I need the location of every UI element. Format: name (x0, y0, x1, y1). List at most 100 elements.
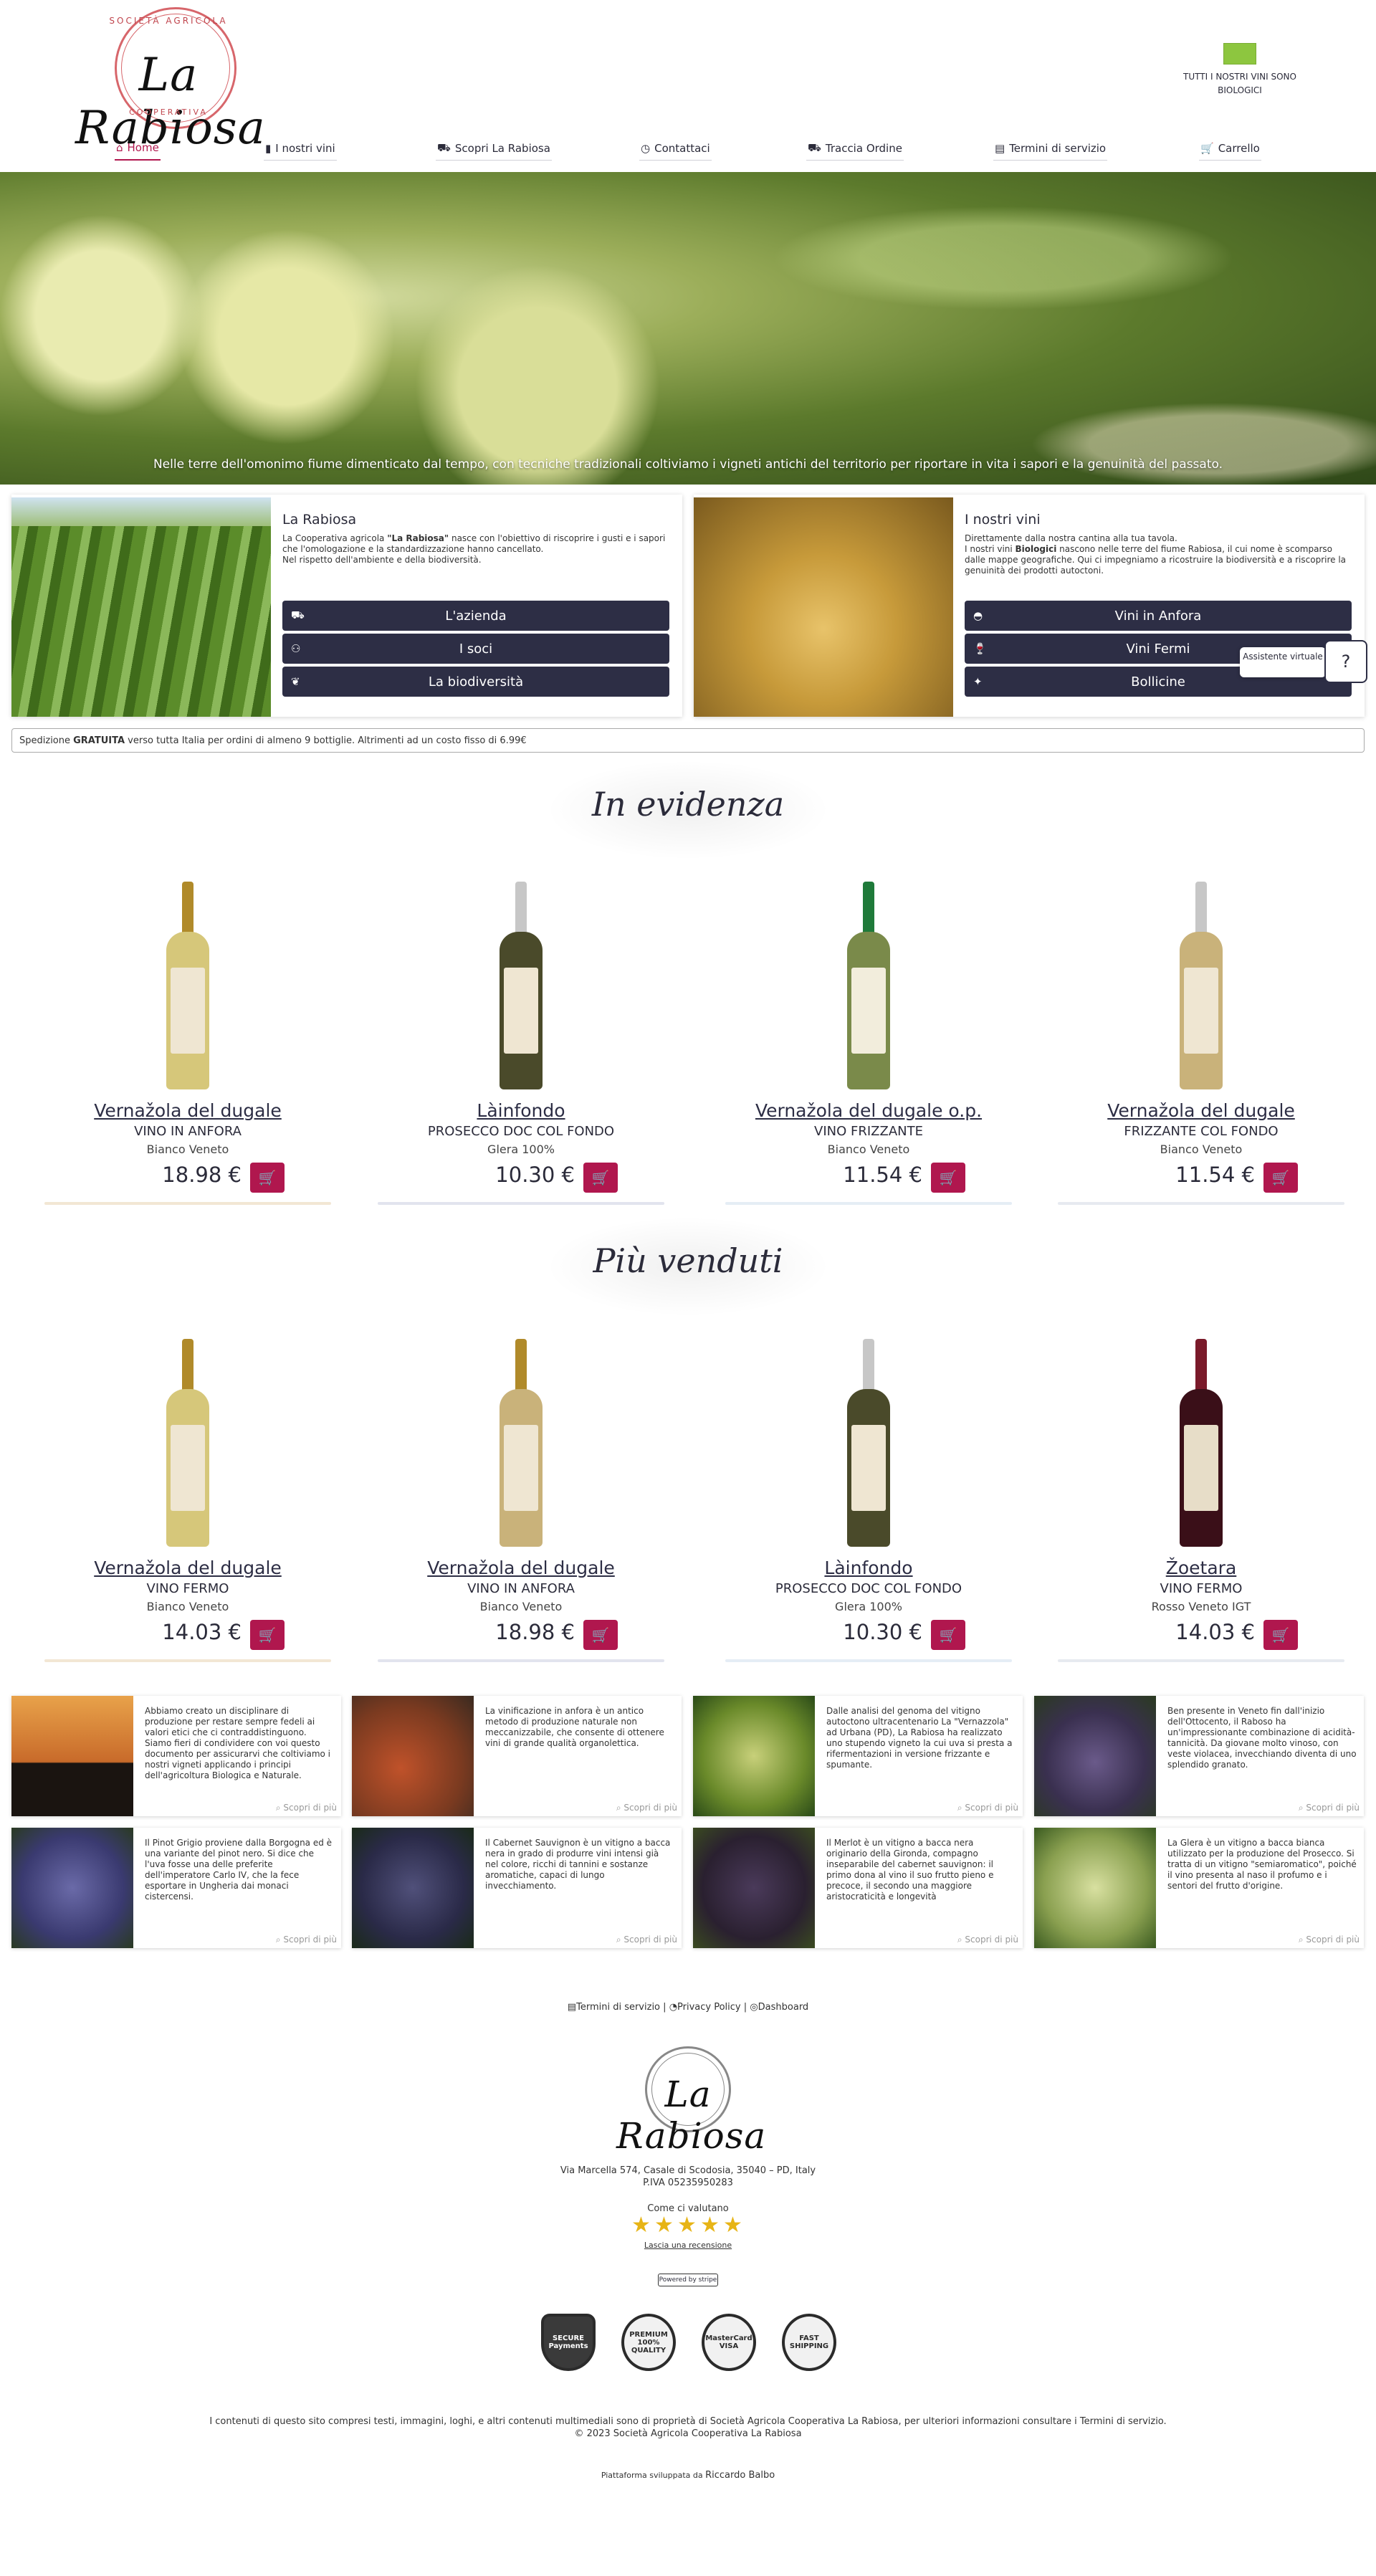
more-label: Scopri di più (624, 1935, 677, 1945)
footer-terms-link[interactable]: ▤Termini di servizio (568, 2002, 660, 2013)
wine-bottle-image[interactable] (500, 1339, 543, 1547)
document-icon: ▤ (995, 141, 1005, 155)
footer-logo[interactable]: La Rabiosa (616, 2046, 765, 2157)
bottle-label (851, 1425, 886, 1511)
variety-image (352, 1696, 474, 1816)
anfora-button[interactable]: ◓ Vini in Anfora (965, 601, 1352, 631)
add-to-cart-button[interactable]: 🛒 (931, 1163, 965, 1193)
footer-dashboard-link[interactable]: ◎Dashboard (750, 2002, 808, 2013)
discover-more-link[interactable]: ⌕ Scopri di più (1299, 1935, 1360, 1945)
product-card[interactable]: Làinfondo PROSECCO DOC COL FONDO Glera 100… (725, 1339, 1012, 1662)
site-header: SOCIETÀ AGRICOLA La Rabiosa COOPERATIVA … (0, 0, 1376, 172)
card-divider (44, 1659, 331, 1662)
wine-bottle-image[interactable] (500, 882, 543, 1089)
product-card[interactable]: Vernažola del dugale VINO IN ANFORA Bianco… (44, 882, 331, 1205)
add-to-cart-button[interactable]: 🛒 (1263, 1620, 1298, 1650)
product-card[interactable]: Žoetara VINO FERMO Rosso Veneto IGT 14.03 €… (1058, 1339, 1344, 1662)
wine-bottle-image[interactable] (847, 1339, 890, 1547)
link-label: Dashboard (758, 2002, 809, 2013)
people-icon: ⚇ (291, 642, 301, 655)
nav-track-order[interactable]: ⛟ Traccia Ordine (806, 136, 904, 161)
product-name[interactable]: Vernažola del dugale (44, 1557, 331, 1578)
product-price: 10.30 € (843, 1620, 922, 1644)
site-logo[interactable]: SOCIETÀ AGRICOLA La Rabiosa COOPERATIVA (75, 7, 265, 155)
link-label: Termini di servizio (576, 2002, 661, 2013)
nav-cart[interactable]: 🛒 Carrello (1199, 136, 1261, 161)
product-type: VINO IN ANFORA (467, 1581, 575, 1596)
wine-bottle-image[interactable] (166, 1339, 209, 1547)
help-icon[interactable]: ? (1324, 640, 1367, 683)
more-label: Scopri di più (1306, 1803, 1360, 1813)
variety-card[interactable]: Il Cabernet Sauvignon è un vitigno a bac… (352, 1828, 682, 1948)
variety-card[interactable]: Ben presente in Veneto fin dall'inizio d… (1034, 1696, 1364, 1816)
leave-review-link[interactable]: Lascia una recensione (0, 2241, 1376, 2250)
product-name[interactable]: Vernažola del dugale (44, 1100, 331, 1121)
clock-icon: ◷ (641, 141, 651, 155)
add-to-cart-button[interactable]: 🛒 (583, 1163, 618, 1193)
biodiversity-button[interactable]: ❦ La biodiversità (282, 667, 669, 697)
button-label: Vini in Anfora (1114, 608, 1202, 624)
product-card[interactable]: Vernažola del dugale FRIZZANTE COL FONDO B… (1058, 882, 1344, 1205)
card-divider (378, 1659, 664, 1662)
bottle-neck (182, 1339, 194, 1396)
product-price: 11.54 € (843, 1163, 922, 1187)
wine-bottle-image[interactable] (847, 882, 890, 1089)
add-to-cart-button[interactable]: 🛒 (1263, 1163, 1298, 1193)
discover-more-link[interactable]: ⌕ Scopri di più (957, 1803, 1018, 1813)
discover-more-link[interactable]: ⌕ Scopri di più (616, 1935, 677, 1945)
product-card[interactable]: Làinfondo PROSECCO DOC COL FONDO Glera 100… (378, 882, 664, 1205)
copyright-text: I contenuti di questo sito compresi test… (209, 2416, 1167, 2427)
nav-label: Scopri La Rabiosa (454, 141, 550, 155)
product-subtitle: Bianco Veneto (479, 1600, 563, 1613)
wine-bottle-image[interactable] (166, 882, 209, 1089)
add-to-cart-button[interactable]: 🛒 (931, 1620, 965, 1650)
variety-card[interactable]: Dalle analisi del genoma del vitigno aut… (693, 1696, 1023, 1816)
product-card[interactable]: Vernažola del dugale VINO FERMO Bianco Ven… (44, 1339, 331, 1662)
nav-wines[interactable]: ▮ I nostri vini (264, 136, 337, 161)
discover-more-link[interactable]: ⌕ Scopri di più (276, 1935, 337, 1945)
search-icon: ⌕ (275, 1803, 281, 1813)
discover-more-link[interactable]: ⌕ Scopri di più (616, 1803, 677, 1813)
info-card-title: I nostri vini (965, 512, 1041, 528)
card-divider (1058, 1202, 1344, 1205)
product-card[interactable]: Vernažola del dugale o.p. VINO FRIZZANTE B… (725, 882, 1012, 1205)
nav-contact[interactable]: ◷ Contattaci (639, 136, 712, 161)
azienda-button[interactable]: ⛟ L'azienda (282, 601, 669, 631)
variety-image (1034, 1696, 1156, 1816)
add-to-cart-button[interactable]: 🛒 (250, 1163, 285, 1193)
variety-card[interactable]: Il Pinot Grigio proviene dalla Borgogna … (11, 1828, 341, 1948)
product-name[interactable]: Vernažola del dugale (1058, 1100, 1344, 1121)
card-divider (44, 1202, 331, 1205)
nav-home[interactable]: ⌂ Home (115, 136, 161, 161)
add-to-cart-button[interactable]: 🛒 (250, 1620, 285, 1650)
virtual-assistant[interactable]: Assistente virtuale ? (1240, 640, 1369, 683)
variety-image (693, 1828, 815, 1948)
nav-terms[interactable]: ▤ Termini di servizio (993, 136, 1108, 161)
variety-card[interactable]: Il Merlot è un vitigno a bacca nera orig… (693, 1828, 1023, 1948)
search-icon: ⌕ (616, 1803, 621, 1813)
wine-bottle-image[interactable] (1180, 882, 1223, 1089)
discover-more-link[interactable]: ⌕ Scopri di più (276, 1803, 337, 1813)
discover-more-link[interactable]: ⌕ Scopri di più (957, 1935, 1018, 1945)
product-name[interactable]: Làinfondo (725, 1557, 1012, 1578)
footer-privacy-link[interactable]: ◔Privacy Policy (669, 2002, 741, 2013)
discover-more-link[interactable]: ⌕ Scopri di più (1299, 1803, 1360, 1813)
developer-credit: Piattaforma sviluppata da Riccardo Balbo (0, 2470, 1376, 2481)
variety-card[interactable]: Abbiamo creato un disciplinare di produz… (11, 1696, 341, 1816)
soci-button[interactable]: ⚇ I soci (282, 634, 669, 664)
logo-name: La Rabiosa (616, 2074, 767, 2157)
product-name[interactable]: Žoetara (1058, 1557, 1344, 1578)
product-name[interactable]: Làinfondo (378, 1100, 664, 1121)
nav-discover[interactable]: ⛟ Scopri La Rabiosa (436, 136, 552, 161)
card-divider (725, 1202, 1012, 1205)
product-card[interactable]: Vernažola del dugale VINO IN ANFORA Bianco… (378, 1339, 664, 1662)
product-name[interactable]: Vernažola del dugale o.p. (725, 1100, 1012, 1121)
wine-bottle-image[interactable] (1180, 1339, 1223, 1547)
variety-card[interactable]: La Glera è un vitigno a bacca bianca uti… (1034, 1828, 1364, 1948)
variety-description: Il Pinot Grigio proviene dalla Borgogna … (145, 1838, 333, 1902)
add-to-cart-button[interactable]: 🛒 (583, 1620, 618, 1650)
dev-name[interactable]: Riccardo Balbo (705, 2470, 775, 2481)
variety-card[interactable]: La vinificazione in anfora è un antico m… (352, 1696, 682, 1816)
product-name[interactable]: Vernažola del dugale (378, 1557, 664, 1578)
eu-organic-leaf-icon (1223, 43, 1256, 65)
